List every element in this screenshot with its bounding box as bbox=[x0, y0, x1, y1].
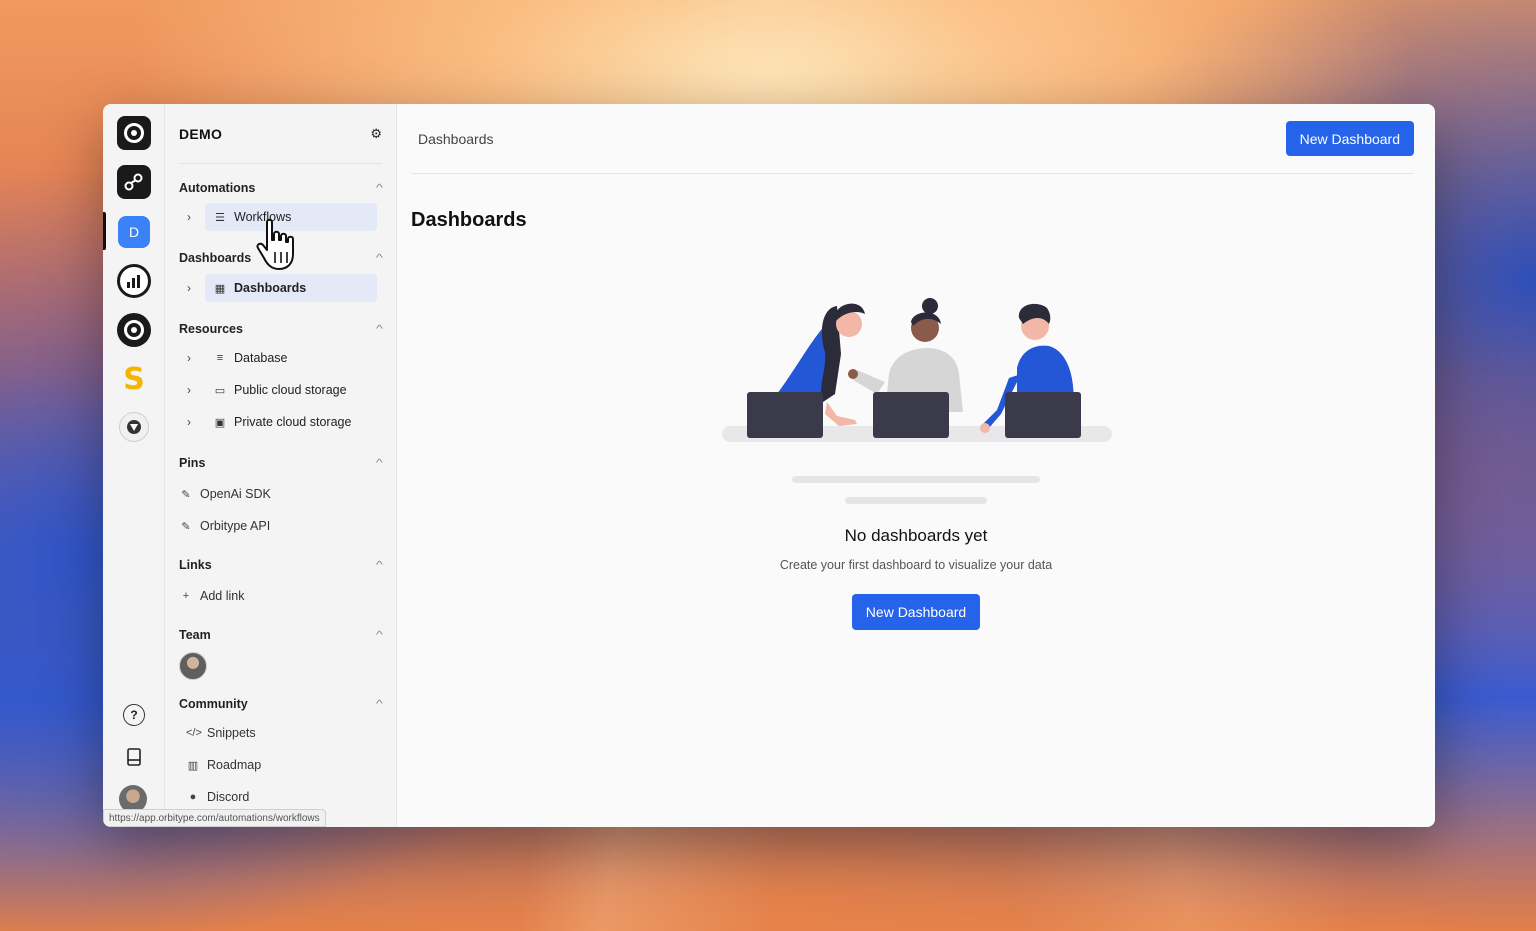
chevron-right-icon[interactable]: › bbox=[179, 281, 199, 295]
community-label: Roadmap bbox=[207, 758, 262, 772]
section-label: Dashboards bbox=[179, 251, 252, 265]
section-label: Pins bbox=[179, 456, 206, 470]
community-roadmap[interactable]: ▥ Roadmap bbox=[186, 753, 261, 777]
skeleton-line bbox=[792, 476, 1040, 483]
empty-title: No dashboards yet bbox=[844, 526, 988, 545]
main-header: Dashboards New Dashboard bbox=[411, 104, 1414, 174]
nav-item[interactable]: ▣ Private cloud storage bbox=[205, 408, 377, 436]
sidebar-item-label: Dashboards bbox=[234, 281, 307, 295]
workspace-header: DEMO ⚙ bbox=[179, 104, 382, 164]
sidebar-item-public-cloud-storage[interactable]: › ▭ Public cloud storage bbox=[179, 376, 377, 404]
active-app-indicator bbox=[103, 212, 106, 250]
chevron-up-icon[interactable]: ^ bbox=[376, 699, 383, 710]
pin-icon: ✎ bbox=[181, 520, 191, 533]
chevron-up-icon[interactable]: ^ bbox=[376, 458, 383, 469]
book-icon bbox=[127, 748, 141, 766]
chevron-up-icon[interactable]: ^ bbox=[376, 630, 383, 641]
add-link-button[interactable]: + Add link bbox=[179, 584, 245, 608]
workflow-app-icon[interactable] bbox=[117, 165, 151, 199]
add-link-label: Add link bbox=[200, 589, 245, 603]
section-pins[interactable]: Pins ^ bbox=[179, 453, 383, 473]
database-icon: ≡ bbox=[216, 352, 224, 364]
section-automations[interactable]: Automations ^ bbox=[179, 178, 383, 198]
folder-cloud-icon: ▭ bbox=[214, 384, 226, 397]
chevron-right-icon[interactable]: › bbox=[179, 210, 199, 224]
discord-icon: ● bbox=[189, 791, 197, 803]
orbitype-app-icon[interactable] bbox=[117, 116, 151, 150]
sidebar: DEMO ⚙ Automations ^ › ☰ Workflows Dashb… bbox=[165, 104, 397, 827]
nodes-icon bbox=[124, 173, 143, 191]
help-icon[interactable]: ? bbox=[123, 704, 145, 726]
list-icon: ☰ bbox=[215, 211, 225, 224]
pin-icon: ✎ bbox=[181, 488, 191, 501]
analytics-app-icon[interactable] bbox=[117, 264, 151, 298]
sidebar-item-dashboards[interactable]: › ▦ Dashboards bbox=[179, 274, 377, 302]
map-icon: ▥ bbox=[187, 759, 199, 772]
section-label: Automations bbox=[179, 181, 256, 195]
empty-subtitle: Create your first dashboard to visualize… bbox=[779, 558, 1053, 572]
code-icon: </> bbox=[186, 727, 202, 739]
chevron-right-icon[interactable]: › bbox=[179, 383, 199, 397]
community-label: Snippets bbox=[207, 726, 256, 740]
nav-item[interactable]: ▭ Public cloud storage bbox=[205, 376, 377, 404]
sidebar-item-label: Private cloud storage bbox=[234, 415, 352, 429]
empty-new-dashboard-button[interactable]: New Dashboard bbox=[851, 594, 981, 630]
section-team[interactable]: Team ^ bbox=[179, 625, 383, 645]
section-community[interactable]: Community ^ bbox=[179, 694, 383, 714]
chevron-right-icon[interactable]: › bbox=[179, 351, 199, 365]
workspace-letter: D bbox=[128, 224, 140, 240]
vue-app-icon[interactable] bbox=[119, 412, 149, 442]
pin-label: OpenAi SDK bbox=[200, 487, 271, 501]
folder-lock-icon: ▣ bbox=[214, 416, 226, 429]
gear-icon[interactable]: ⚙ bbox=[370, 126, 382, 142]
pin-orbitype-api[interactable]: ✎ Orbitype API bbox=[179, 514, 270, 538]
sidebar-item-label: Database bbox=[234, 351, 288, 365]
section-resources[interactable]: Resources ^ bbox=[179, 319, 383, 339]
orbit-app-icon[interactable] bbox=[117, 313, 151, 347]
empty-state: No dashboards yet Create your first dash… bbox=[397, 294, 1435, 630]
section-label: Team bbox=[179, 628, 211, 642]
sidebar-item-private-cloud-storage[interactable]: › ▣ Private cloud storage bbox=[179, 408, 377, 436]
demo-workspace-icon[interactable]: D bbox=[118, 216, 150, 248]
app-window: D S ? DEMO ⚙ Automations ^ › ☰ Workflows… bbox=[103, 104, 1435, 827]
grid-icon: ▦ bbox=[214, 282, 226, 295]
chevron-right-icon[interactable]: › bbox=[179, 415, 199, 429]
community-snippets[interactable]: </> Snippets bbox=[186, 721, 256, 745]
workspace-name: DEMO bbox=[179, 125, 223, 142]
team-member-avatar[interactable] bbox=[179, 652, 207, 680]
sidebar-item-database[interactable]: › ≡ Database bbox=[179, 344, 377, 372]
breadcrumb[interactable]: Dashboards bbox=[411, 131, 494, 147]
docs-book-icon[interactable] bbox=[122, 745, 146, 769]
pin-label: Orbitype API bbox=[200, 519, 271, 533]
pin-openai-sdk[interactable]: ✎ OpenAi SDK bbox=[179, 482, 271, 506]
new-dashboard-button[interactable]: New Dashboard bbox=[1285, 121, 1414, 156]
section-links[interactable]: Links ^ bbox=[179, 555, 383, 575]
skeleton-line bbox=[845, 497, 987, 504]
plus-icon: + bbox=[182, 590, 190, 602]
community-discord[interactable]: ● Discord bbox=[186, 785, 250, 809]
section-label: Community bbox=[179, 697, 248, 711]
nav-item[interactable]: ≡ Database bbox=[205, 344, 377, 372]
section-label: Resources bbox=[179, 322, 243, 336]
hand-cursor-icon bbox=[256, 218, 294, 270]
s-app-icon[interactable]: S bbox=[117, 362, 151, 397]
app-rail: D S ? bbox=[103, 104, 165, 827]
bar-chart-icon bbox=[127, 275, 140, 288]
triangle-icon bbox=[127, 420, 141, 434]
chevron-up-icon[interactable]: ^ bbox=[376, 324, 383, 335]
page-title: Dashboards bbox=[411, 209, 527, 231]
chevron-up-icon[interactable]: ^ bbox=[376, 183, 383, 194]
section-label: Links bbox=[179, 558, 212, 572]
community-label: Discord bbox=[207, 790, 250, 804]
chevron-up-icon[interactable]: ^ bbox=[376, 560, 383, 571]
team-working-illustration bbox=[722, 298, 1112, 442]
chevron-up-icon[interactable]: ^ bbox=[376, 253, 383, 264]
nav-item[interactable]: ▦ Dashboards bbox=[205, 274, 377, 302]
main-content: Dashboards New Dashboard Dashboards No d… bbox=[397, 104, 1435, 827]
status-bar-url: https://app.orbitype.com/automations/wor… bbox=[103, 809, 326, 827]
sidebar-item-label: Public cloud storage bbox=[234, 383, 347, 397]
